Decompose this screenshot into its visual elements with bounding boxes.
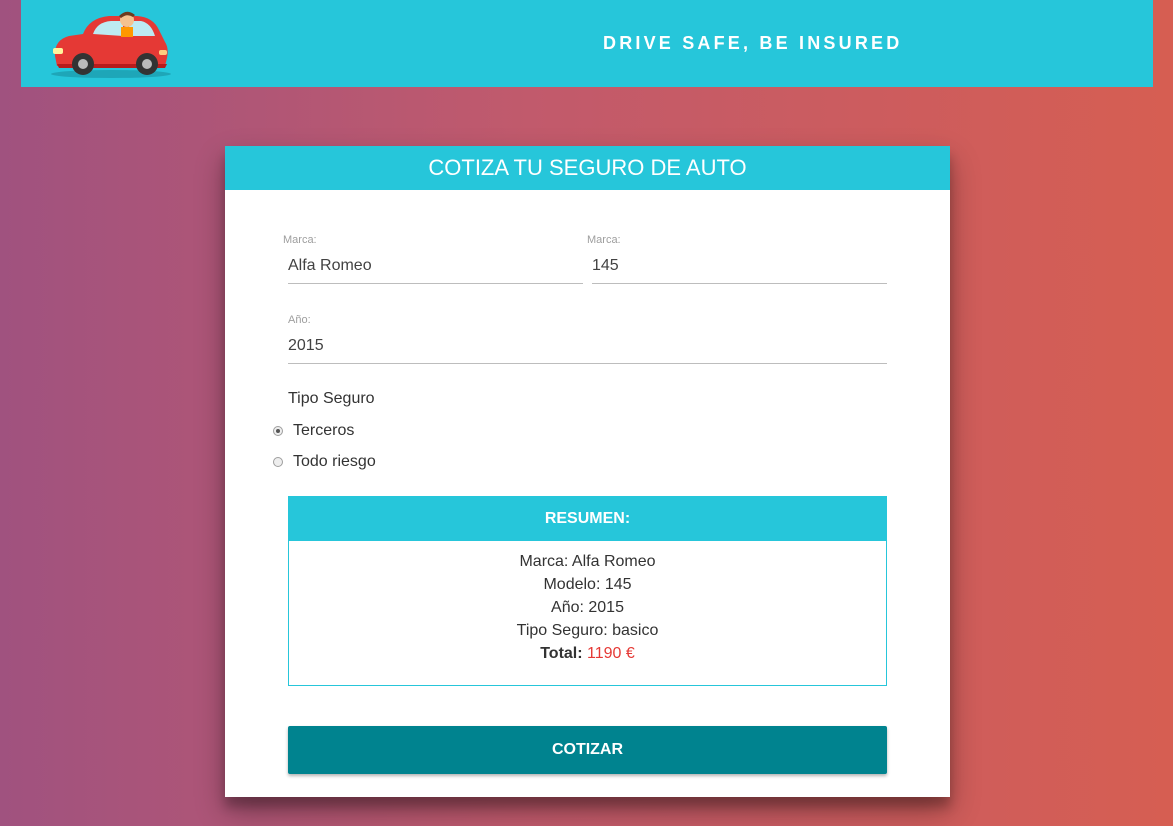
summary-total: Total: 1190 € (289, 642, 886, 665)
summary-model: Modelo: 145 (543, 576, 632, 593)
model-value[interactable]: 145 (592, 257, 619, 275)
brand-label: Marca: (283, 234, 317, 246)
radio-terceros-button[interactable] (273, 426, 283, 436)
summary-total-label: Total: (540, 645, 583, 662)
year-underline (288, 363, 887, 364)
summary-brand: Marca: Alfa Romeo (519, 553, 656, 570)
tagline: DRIVE SAFE, BE INSURED (603, 33, 903, 53)
year-field[interactable]: Año: 2015 (283, 314, 887, 364)
model-label: Marca: (587, 234, 621, 246)
brand-value[interactable]: Alfa Romeo (288, 257, 372, 275)
brand-field[interactable]: Marca: Alfa Romeo (283, 234, 583, 284)
summary-body: Marca: Alfa Romeo Modelo: 145 Año: 2015 … (289, 541, 886, 665)
quote-button[interactable]: COTIZAR (288, 726, 887, 774)
model-underline (592, 283, 887, 284)
radio-todo-riesgo-button[interactable] (273, 457, 283, 467)
radio-todo-riesgo[interactable]: Todo riesgo (273, 453, 376, 471)
summary-total-value: 1190 € (587, 645, 635, 662)
radio-terceros-label[interactable]: Terceros (293, 422, 354, 440)
summary-box: RESUMEN: Marca: Alfa Romeo Modelo: 145 A… (288, 496, 887, 686)
summary-title: RESUMEN: (289, 497, 886, 541)
quote-form-card: COTIZA TU SEGURO DE AUTO Marca: Alfa Rom… (225, 146, 950, 797)
summary-year: Año: 2015 (551, 599, 624, 616)
year-label: Año: (288, 314, 311, 326)
radio-todo-riesgo-label[interactable]: Todo riesgo (293, 453, 376, 471)
model-field[interactable]: Marca: 145 (587, 234, 887, 284)
radio-terceros[interactable]: Terceros (273, 422, 354, 440)
summary-type: Tipo Seguro: basico (516, 622, 659, 639)
brand-underline (288, 283, 583, 284)
insurance-type-label: Tipo Seguro (288, 390, 375, 407)
car-driver-logo-icon (51, 11, 171, 78)
form-title: COTIZA TU SEGURO DE AUTO (225, 146, 950, 190)
year-value[interactable]: 2015 (288, 337, 324, 355)
top-banner: DRIVE SAFE, BE INSURED (21, 0, 1153, 87)
